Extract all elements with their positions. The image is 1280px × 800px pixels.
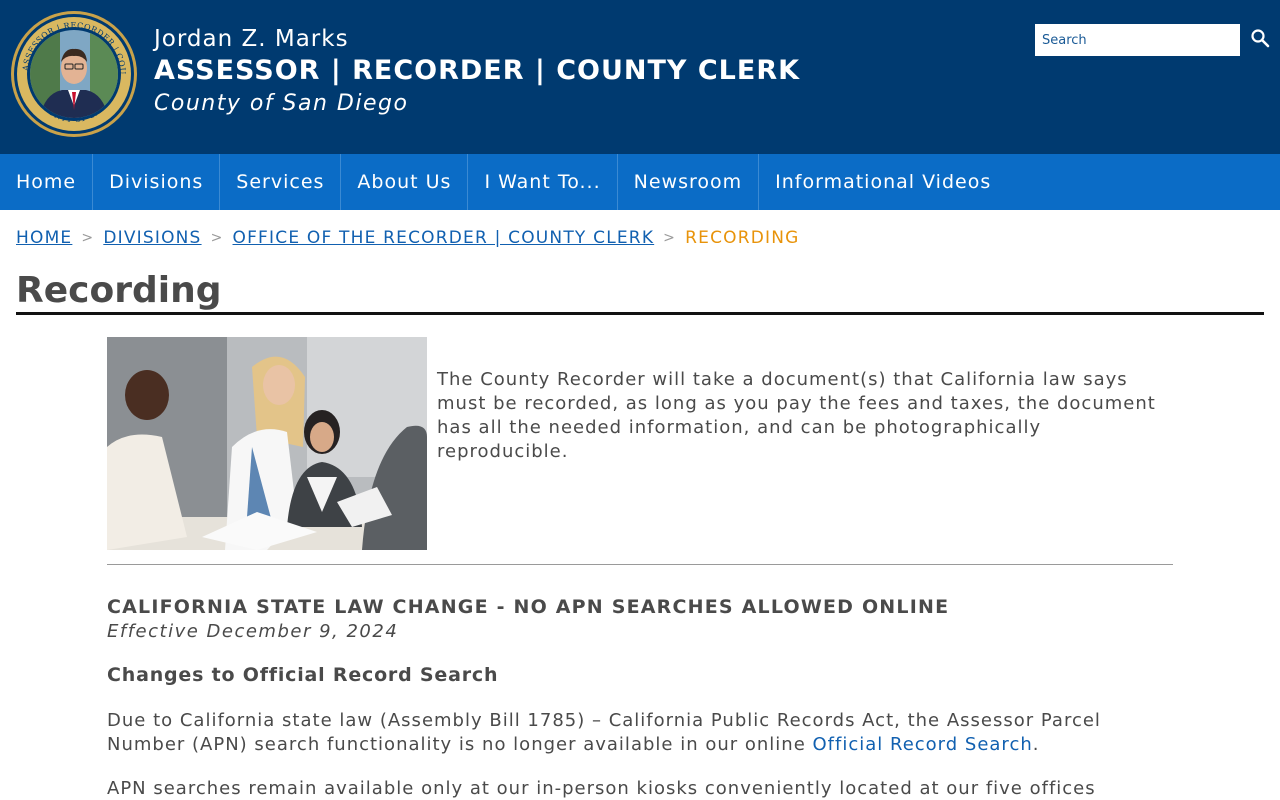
search-input[interactable] bbox=[1035, 24, 1240, 56]
nav-newsroom[interactable]: Newsroom bbox=[618, 154, 760, 210]
breadcrumb-separator: > bbox=[81, 230, 95, 246]
nav-home[interactable]: Home bbox=[0, 154, 94, 210]
site-header: ASSESSOR | RECORDER | COUNTY CLERK COUNT… bbox=[0, 0, 1280, 154]
breadcrumb-current: RECORDING bbox=[685, 228, 800, 248]
law-change-paragraph: Due to California state law (Assembly Bi… bbox=[107, 709, 1173, 757]
county-name: County of San Diego bbox=[154, 91, 409, 116]
kiosk-paragraph: APN searches remain available only at ou… bbox=[107, 778, 1096, 799]
breadcrumb-separator: > bbox=[663, 230, 677, 246]
nav-i-want-to[interactable]: I Want To... bbox=[468, 154, 618, 210]
page-title: Recording bbox=[16, 270, 222, 311]
notice-heading: CALIFORNIA STATE LAW CHANGE - NO APN SEA… bbox=[107, 596, 950, 618]
breadcrumb-office[interactable]: OFFICE OF THE RECORDER | COUNTY CLERK bbox=[233, 228, 655, 248]
official-name: Jordan Z. Marks bbox=[154, 26, 349, 52]
main-nav: Home Divisions Services About Us I Want … bbox=[0, 154, 1280, 210]
nav-services[interactable]: Services bbox=[220, 154, 342, 210]
search-button[interactable] bbox=[1246, 26, 1274, 54]
breadcrumb-divisions[interactable]: DIVISIONS bbox=[103, 228, 201, 248]
nav-about-us[interactable]: About Us bbox=[341, 154, 469, 210]
official-record-search-link[interactable]: Official Record Search bbox=[813, 734, 1033, 755]
office-title[interactable]: ASSESSOR | RECORDER | COUNTY CLERK bbox=[154, 54, 800, 88]
title-divider bbox=[16, 312, 1264, 315]
intro-paragraph: The County Recorder will take a document… bbox=[437, 369, 1156, 462]
header-title-block: Jordan Z. Marks ASSESSOR | RECORDER | CO… bbox=[154, 24, 800, 120]
search-icon[interactable] bbox=[1250, 28, 1270, 52]
section-divider bbox=[107, 564, 1173, 565]
nav-divisions[interactable]: Divisions bbox=[93, 154, 221, 210]
sub-heading: Changes to Official Record Search bbox=[107, 664, 499, 686]
breadcrumb-separator: > bbox=[210, 230, 224, 246]
notice-effective-date: Effective December 9, 2024 bbox=[107, 621, 399, 642]
county-seal-logo[interactable]: ASSESSOR | RECORDER | COUNTY CLERK COUNT… bbox=[6, 3, 138, 138]
breadcrumb-home[interactable]: HOME bbox=[16, 228, 72, 248]
breadcrumb: HOME > DIVISIONS > OFFICE OF THE RECORDE… bbox=[16, 228, 800, 248]
nav-informational-videos[interactable]: Informational Videos bbox=[759, 154, 1007, 210]
paragraph-end: . bbox=[1032, 734, 1040, 755]
recording-office-photo bbox=[107, 337, 427, 550]
